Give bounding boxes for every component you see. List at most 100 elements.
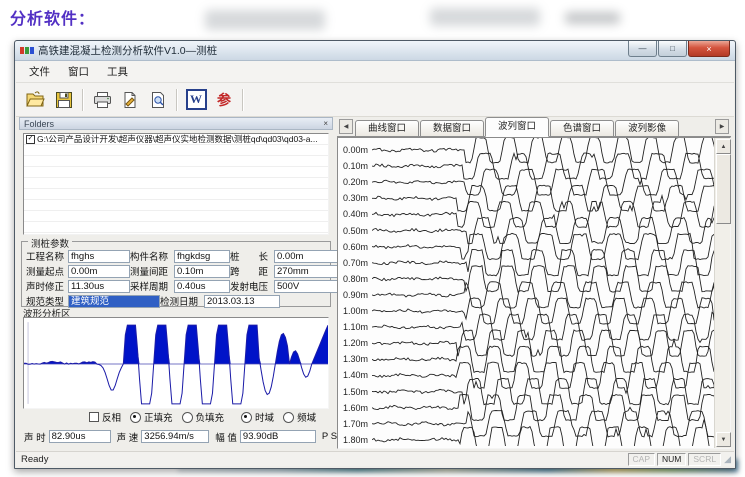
- app-window: 高铁建混凝土检测分析软件V1.0—测桩 — □ × 文件窗口工具: [14, 40, 736, 469]
- wave-list-panel: ◀曲线窗口数据窗口波列窗口色谱窗口波列影像 ▶ 0.00m0.10m0.20m0.…: [337, 117, 731, 451]
- amplitude-label: 幅 值: [215, 430, 237, 444]
- list-row: [24, 200, 328, 211]
- folders-close-icon[interactable]: ×: [323, 119, 328, 128]
- waveform-analysis-canvas[interactable]: [23, 317, 329, 409]
- tab-strip: ◀曲线窗口数据窗口波列窗口色谱窗口波列影像 ▶: [337, 117, 731, 137]
- close-button[interactable]: ×: [688, 41, 730, 57]
- resize-grip[interactable]: ◢: [724, 454, 731, 465]
- folder-checkbox[interactable]: ✓: [26, 135, 35, 144]
- invert-checkbox-wrap: 反相: [89, 410, 121, 424]
- toolbar: W 参: [16, 83, 734, 117]
- maximize-button[interactable]: □: [658, 41, 687, 57]
- depth-label: 0.00m: [343, 145, 373, 155]
- project-name-field[interactable]: fhghs: [68, 250, 130, 263]
- freq-domain-radio[interactable]: [283, 412, 294, 423]
- param-char-icon: 参: [217, 90, 231, 110]
- fill-positive-radio[interactable]: [130, 412, 141, 423]
- title-bar[interactable]: 高铁建混凝土检测分析软件V1.0—测桩 — □ ×: [15, 41, 735, 61]
- wave-list-area: 0.00m0.10m0.20m0.30m0.40m0.50m0.60m0.70m…: [337, 137, 731, 449]
- print-button[interactable]: [88, 87, 116, 113]
- test-date-label: 检测日期: [160, 294, 204, 308]
- depth-label: 1.10m: [343, 322, 373, 332]
- sampling-period-field[interactable]: 0.40us: [174, 280, 230, 293]
- menu-file[interactable]: 文件: [20, 62, 59, 81]
- app-icon: [20, 47, 34, 54]
- time-domain-radio-wrap: 时域: [241, 410, 274, 424]
- sound-time-correction-field[interactable]: 11.30us: [68, 280, 130, 293]
- page-tool-icon: [121, 91, 139, 109]
- status-bar: Ready CAPNUMSCRL ◢: [16, 451, 734, 466]
- depth-label: 1.60m: [343, 403, 373, 413]
- background-smudge: [565, 12, 620, 24]
- tab-curve-window[interactable]: 曲线窗口: [355, 120, 419, 137]
- fill-negative-radio-label: 负填充: [196, 410, 225, 424]
- invert-checkbox[interactable]: [89, 412, 99, 422]
- sound-velocity-field[interactable]: 3256.94m/s: [141, 430, 209, 443]
- freq-domain-radio-label: 频域: [297, 410, 316, 424]
- tab-scroll-left-icon[interactable]: ◀: [339, 119, 353, 134]
- floppy-disk-icon: [55, 91, 73, 109]
- time-domain-radio[interactable]: [241, 412, 252, 423]
- lock-cap: CAP: [628, 453, 655, 466]
- parameters-button[interactable]: 参: [210, 87, 238, 113]
- tab-data-window[interactable]: 数据窗口: [420, 120, 484, 137]
- vertical-scrollbar[interactable]: ▲ ▼: [714, 138, 730, 448]
- toolbar-separator: [242, 89, 244, 111]
- pile-length-field[interactable]: 0.00m: [274, 250, 340, 263]
- depth-label: 0.40m: [343, 209, 373, 219]
- tab-scroll-right-icon[interactable]: ▶: [715, 119, 729, 134]
- folders-list[interactable]: ✓G:\公司产品设计开发\超声仪器\超声仪实地检测数据\测桩qd\qd03\qd…: [23, 133, 329, 235]
- wave-train-plot: [372, 138, 716, 446]
- scroll-up-icon[interactable]: ▲: [716, 139, 731, 154]
- tab-spectrum-window[interactable]: 色谱窗口: [550, 120, 614, 137]
- measure-interval-field[interactable]: 0.10m: [174, 265, 230, 278]
- span-distance-field[interactable]: 270mm: [274, 265, 340, 278]
- scroll-down-icon[interactable]: ▼: [716, 432, 731, 447]
- amplitude-field[interactable]: 93.90dB: [240, 430, 316, 443]
- minimize-button[interactable]: —: [628, 41, 657, 57]
- open-file-button[interactable]: [22, 87, 50, 113]
- printer-icon: [93, 91, 112, 109]
- lock-num: NUM: [657, 453, 686, 466]
- scrollbar-thumb[interactable]: [716, 154, 731, 224]
- readouts-row: 声 时82.90us声 速3256.94m/s幅 值93.90dBP S D0.…: [21, 429, 333, 444]
- folders-panel-header: Folders ×: [19, 117, 333, 130]
- depth-label: 0.80m: [343, 274, 373, 284]
- toolbar-separator: [176, 89, 178, 111]
- preview-button[interactable]: [144, 87, 172, 113]
- depth-label: 0.70m: [343, 258, 373, 268]
- list-row: [24, 233, 328, 235]
- param-row: 测量起点0.00m测量间距0.10m跨 距270mm: [26, 264, 330, 278]
- sound-velocity-label: 声 速: [117, 430, 139, 444]
- export-report-button[interactable]: [116, 87, 144, 113]
- freq-domain-radio-wrap: 频域: [283, 410, 316, 424]
- depth-label: 1.50m: [343, 387, 373, 397]
- component-name-label: 构件名称: [130, 249, 174, 263]
- depth-label: 1.70m: [343, 419, 373, 429]
- transmit-voltage-field[interactable]: 500V: [274, 280, 340, 293]
- fill-positive-radio-wrap: 正填充: [130, 410, 173, 424]
- lock-scrl: SCRL: [688, 453, 721, 466]
- standard-type-field[interactable]: 建筑规范: [68, 295, 160, 308]
- measure-start-field[interactable]: 0.00m: [68, 265, 130, 278]
- param-row: 规范类型建筑规范检测日期2013.03.13: [26, 294, 330, 308]
- fill-negative-radio[interactable]: [182, 412, 193, 423]
- page-magnifier-icon: [149, 91, 167, 109]
- sound-time-field[interactable]: 82.90us: [49, 430, 111, 443]
- background-smudge: [430, 8, 540, 26]
- tab-wave-train-image[interactable]: 波列影像: [615, 120, 679, 137]
- menu-tools[interactable]: 工具: [98, 62, 137, 81]
- window-title: 高铁建混凝土检测分析软件V1.0—测桩: [38, 43, 217, 58]
- test-date-field[interactable]: 2013.03.13: [204, 295, 280, 308]
- word-export-button[interactable]: W: [182, 87, 210, 113]
- component-name-field[interactable]: fhgkdsg: [174, 250, 230, 263]
- folder-item[interactable]: ✓G:\公司产品设计开发\超声仪器\超声仪实地检测数据\测桩qd\qd03\qd…: [24, 134, 328, 145]
- menu-window[interactable]: 窗口: [59, 62, 98, 81]
- depth-label: 1.30m: [343, 354, 373, 364]
- status-text: Ready: [21, 454, 48, 465]
- time-domain-radio-label: 时域: [255, 410, 274, 424]
- tab-wave-train-window[interactable]: 波列窗口: [485, 117, 549, 137]
- save-button[interactable]: [50, 87, 78, 113]
- toolbar-separator: [82, 89, 84, 111]
- sound-time-correction-label: 声时修正: [26, 279, 68, 293]
